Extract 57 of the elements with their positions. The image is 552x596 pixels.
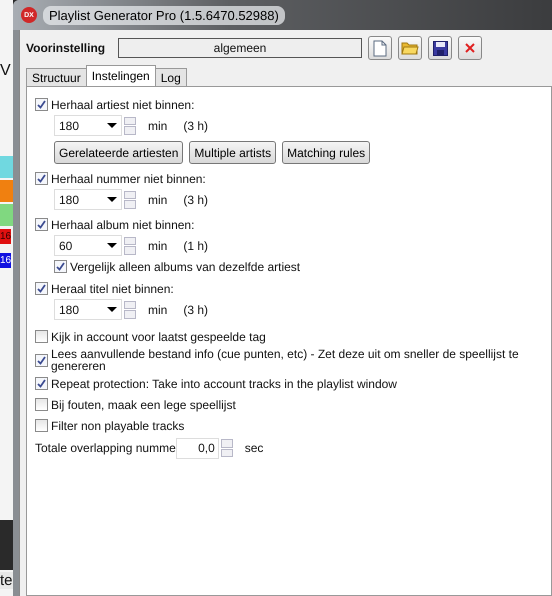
tab[interactable]: Instelingen [86,65,156,86]
unit-label: min [148,238,168,252]
minutes-dropdown[interactable]: 60 [54,235,122,256]
checkbox[interactable] [35,354,48,366]
checkbox-label: Lees aanvullende bestand info (cue punten, etc) - Zet deze uit om sneller de speellijst te genereren [51,348,520,372]
checkbox-label: Herhaal artiest niet binnen: [51,98,194,112]
caret-icon [107,123,117,128]
close-icon [464,42,476,54]
minutes-dropdown[interactable]: 180 [54,115,122,136]
checkbox[interactable] [35,98,48,111]
checkbox-label: Bij fouten, maak een lege speellijst [51,398,236,410]
toolbar-button[interactable] [428,36,452,60]
background-text: te [0,572,13,589]
preset-label: Voorinstelling [26,41,106,55]
document-icon [373,40,387,56]
checkbox-label: Kijk in account voor laatst gespeelde tag [51,330,266,342]
background-text: 16 [0,229,12,244]
checkbox-label: Heraal titel niet binnen: [51,282,174,296]
checkbox[interactable] [35,419,48,432]
checkbox-label: Herhaal nummer niet binnen: [51,172,206,186]
checkbox[interactable] [35,398,48,411]
checkbox-label: Filter non playable tracks [51,420,184,432]
folder-icon [401,41,419,55]
background-text: 16 [0,253,12,268]
checkbox[interactable] [35,172,48,185]
background-text: V [0,62,11,80]
overlap-field[interactable]: 0,0 [176,438,219,458]
checkbox[interactable] [35,218,48,231]
minutes-dropdown[interactable]: 180 [54,189,122,210]
tab[interactable]: Log [154,68,187,86]
checkbox-label: Herhaal album niet binnen: [51,218,194,232]
hours-label: (3 h) [183,118,208,132]
preset-field[interactable]: algemeen [118,38,362,58]
unit-label: min [148,118,168,132]
hours-label: (3 h) [183,192,208,206]
checkbox[interactable] [54,260,67,273]
settings-button[interactable]: Multiple artists [189,141,276,164]
unit-label: min [148,302,168,316]
tab[interactable]: Structuur [26,68,87,86]
settings-button[interactable]: Gerelateerde artiesten [54,141,184,164]
settings-button[interactable]: Matching rules [282,141,370,164]
hours-label: (1 h) [183,238,208,252]
save-icon [432,40,448,56]
checkbox[interactable] [35,282,48,295]
checkbox-label: Vergelijk alleen albums van dezelfde artiest [70,260,300,274]
caret-icon [107,243,117,248]
minutes-dropdown[interactable]: 180 [54,299,122,320]
checkbox[interactable] [35,330,48,343]
overlap-label: Totale overlapping numme [35,441,176,455]
hours-label: (3 h) [183,302,208,316]
window-title: Playlist Generator Pro (1.5.6470.52988) [43,6,285,24]
unit-label: min [148,192,168,206]
caret-icon [107,307,117,312]
checkbox-label: Repeat protection: Take into account tracks in the playlist window [51,378,397,390]
unit-label: sec [244,441,264,455]
caret-icon [107,197,117,202]
checkbox[interactable] [35,377,48,390]
